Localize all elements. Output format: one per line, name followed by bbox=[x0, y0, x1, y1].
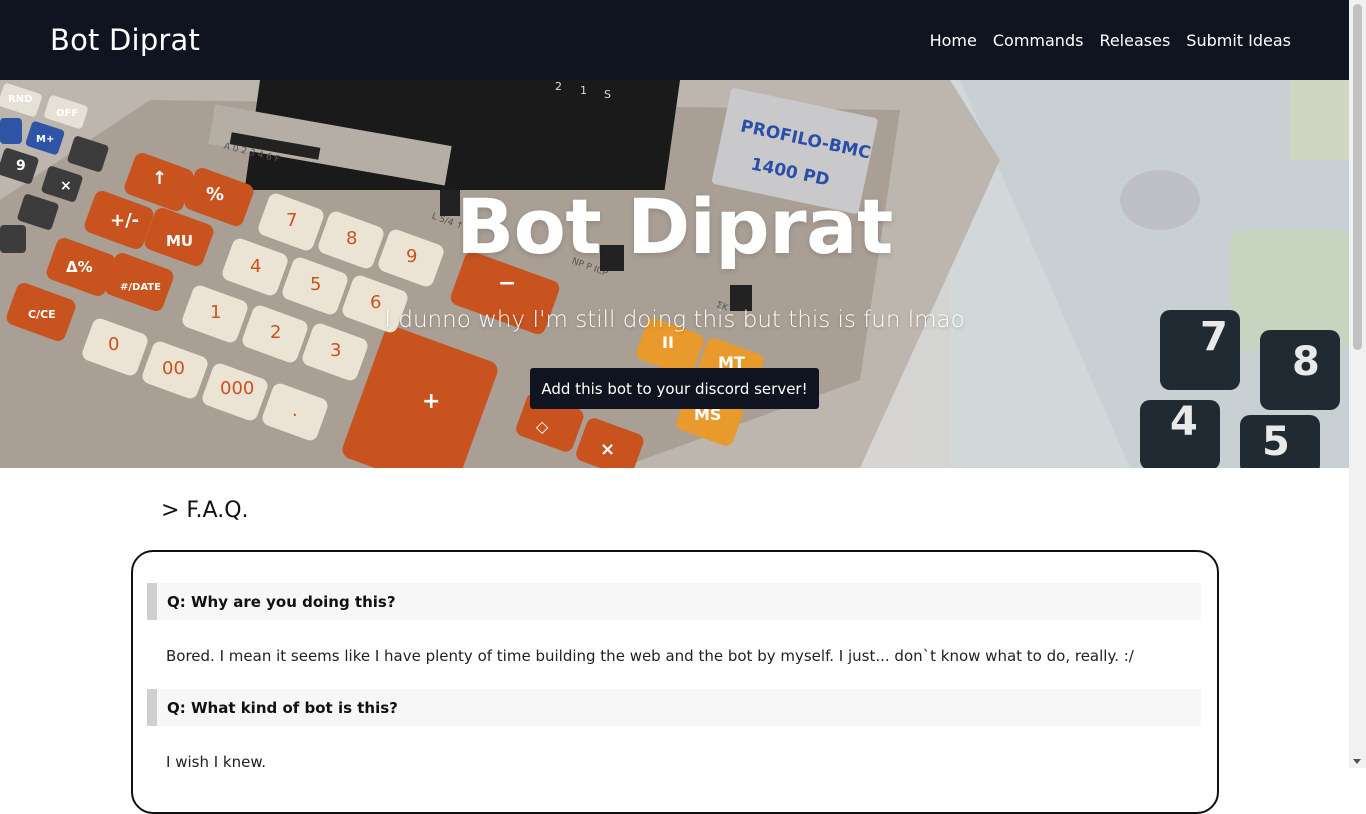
key-label: 9 bbox=[16, 158, 26, 174]
right-key-text: 5 bbox=[1262, 419, 1290, 465]
nav-links: Home Commands Releases Submit Ideas bbox=[914, 31, 1291, 50]
faq-answer: I wish I knew. bbox=[166, 753, 266, 771]
key-label: RND bbox=[8, 94, 32, 105]
nav-link-submit-ideas[interactable]: Submit Ideas bbox=[1186, 31, 1291, 50]
key-label: #/DATE bbox=[120, 282, 161, 293]
key-label: ◇ bbox=[536, 417, 549, 436]
nav-link-commands[interactable]: Commands bbox=[993, 31, 1084, 50]
faq-card: Q: Why are you doing this? Bored. I mean… bbox=[131, 550, 1219, 814]
page-scrollbar[interactable] bbox=[1349, 0, 1366, 768]
hero-section: 7 8 4 5 2 1 S PROFILO-BMC 1400 PD A 0 2 … bbox=[0, 80, 1349, 468]
nav-link-home[interactable]: Home bbox=[930, 31, 977, 50]
display-digit: S bbox=[604, 88, 611, 101]
key-label: + bbox=[422, 389, 440, 414]
calculator-background-image: 7 8 4 5 2 1 S PROFILO-BMC 1400 PD A 0 2 … bbox=[0, 80, 1349, 468]
key-label: 0 bbox=[108, 334, 119, 355]
right-key-text: 4 bbox=[1170, 399, 1198, 445]
faq-question: Q: Why are you doing this? bbox=[147, 583, 1201, 620]
faq-answer: Bored. I mean it seems like I have plent… bbox=[166, 647, 1134, 665]
scrollbar-thumb[interactable] bbox=[1353, 4, 1362, 350]
key-label: × bbox=[600, 439, 615, 460]
top-navbar: Bot Diprat Home Commands Releases Submit… bbox=[0, 0, 1349, 80]
display-digit: 2 bbox=[555, 80, 562, 93]
display-digit: 1 bbox=[580, 84, 587, 97]
add-bot-button[interactable]: Add this bot to your discord server! bbox=[530, 368, 819, 409]
scroll-down-arrow-icon[interactable] bbox=[1353, 759, 1361, 764]
key-label: M+ bbox=[36, 134, 54, 145]
key-label: 3 bbox=[330, 340, 341, 361]
key-label: 5 bbox=[310, 274, 321, 295]
key-label: II bbox=[662, 333, 674, 352]
brand-logo[interactable]: Bot Diprat bbox=[50, 23, 200, 57]
right-key-text: 8 bbox=[1292, 339, 1320, 385]
key-label: − bbox=[498, 271, 516, 296]
key-label: OFF bbox=[56, 108, 78, 119]
nav-link-releases[interactable]: Releases bbox=[1099, 31, 1170, 50]
faq-heading: > F.A.Q. bbox=[161, 498, 249, 523]
hero-subtitle: I dunno why I'm still doing this but thi… bbox=[384, 307, 965, 333]
key-label: . bbox=[292, 400, 298, 421]
key-label: 000 bbox=[220, 378, 254, 399]
key-label: 00 bbox=[162, 358, 185, 379]
faq-question: Q: What kind of bot is this? bbox=[147, 689, 1201, 726]
hero-title: Bot Diprat bbox=[456, 182, 893, 271]
